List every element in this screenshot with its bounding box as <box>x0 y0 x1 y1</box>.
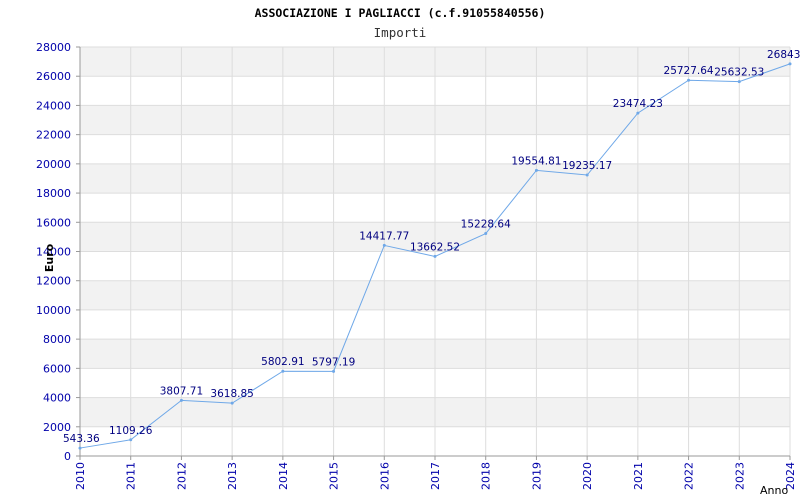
y-tick-label: 18000 <box>36 187 71 200</box>
data-label: 3807.71 <box>160 385 203 397</box>
x-axis-tick-labels: 2010 2011 2012 2013 2014 2015 2016 2017 2018 2019… <box>74 462 797 490</box>
x-tick-label: 2020 <box>581 462 594 490</box>
y-tick-label: 16000 <box>36 216 71 229</box>
data-point <box>78 446 82 450</box>
y-tick-label: 4000 <box>43 392 71 405</box>
data-label: 19554.81 <box>511 155 561 167</box>
x-tick-label: 2015 <box>328 462 341 490</box>
data-label: 13662.52 <box>410 241 460 253</box>
data-point <box>332 369 336 373</box>
y-tick-label: 8000 <box>43 333 71 346</box>
data-label: 25727.64 <box>664 65 714 77</box>
data-point <box>382 243 386 247</box>
data-point <box>433 254 437 258</box>
y-tick-label: 0 <box>64 450 71 463</box>
data-label: 19235.17 <box>562 160 612 172</box>
x-tick-label: 2023 <box>733 462 746 490</box>
chart-subtitle: Importi <box>374 25 427 40</box>
data-label: 5797.19 <box>312 356 355 368</box>
y-tick-label: 28000 <box>36 41 71 54</box>
data-point <box>737 80 741 84</box>
x-tick-label: 2014 <box>277 462 290 490</box>
data-point <box>687 78 691 82</box>
y-tick-label: 6000 <box>43 362 71 375</box>
data-point <box>179 398 183 402</box>
x-tick-label: 2013 <box>226 462 239 490</box>
y-tick-label: 10000 <box>36 304 71 317</box>
x-tick-label: 2012 <box>175 462 188 490</box>
data-label: 543.36 <box>63 433 100 445</box>
data-point <box>129 438 133 442</box>
data-point <box>636 111 640 115</box>
x-tick-label: 2016 <box>378 462 391 490</box>
x-axis-label: Anno <box>760 484 788 497</box>
data-label: 14417.77 <box>359 230 409 242</box>
data-label: 1109.26 <box>109 425 153 437</box>
data-label: 5802.91 <box>261 356 304 368</box>
data-label: 25632.53 <box>714 67 764 79</box>
data-point <box>281 369 285 373</box>
data-point <box>788 62 792 66</box>
x-tick-label: 2021 <box>632 462 645 490</box>
data-point <box>484 232 488 236</box>
y-tick-label: 22000 <box>36 129 71 142</box>
x-tick-label: 2017 <box>429 462 442 490</box>
y-tick-label: 24000 <box>36 99 71 112</box>
line-chart: ASSOCIAZIONE I PAGLIACCI (c.f.9105584055… <box>36 6 800 497</box>
y-tick-label: 12000 <box>36 275 71 288</box>
x-tick-label: 2019 <box>530 462 543 490</box>
data-point <box>230 401 234 405</box>
data-point <box>534 168 538 172</box>
x-tick-label: 2011 <box>125 462 138 490</box>
data-label: 26843.4 <box>767 49 800 61</box>
x-tick-label: 2018 <box>480 462 493 490</box>
chart-title: ASSOCIAZIONE I PAGLIACCI (c.f.9105584055… <box>255 6 546 20</box>
data-label: 3618.85 <box>210 388 253 400</box>
y-tick-label: 20000 <box>36 158 71 171</box>
data-point <box>585 173 589 177</box>
y-tick-label: 26000 <box>36 70 71 83</box>
y-tick-label: 2000 <box>43 421 71 434</box>
data-label: 23474.23 <box>613 98 663 110</box>
y-axis-label: Euro <box>43 243 56 272</box>
x-tick-label: 2022 <box>683 462 696 490</box>
x-tick-label: 2010 <box>74 462 87 490</box>
data-label: 15228.64 <box>461 219 511 231</box>
